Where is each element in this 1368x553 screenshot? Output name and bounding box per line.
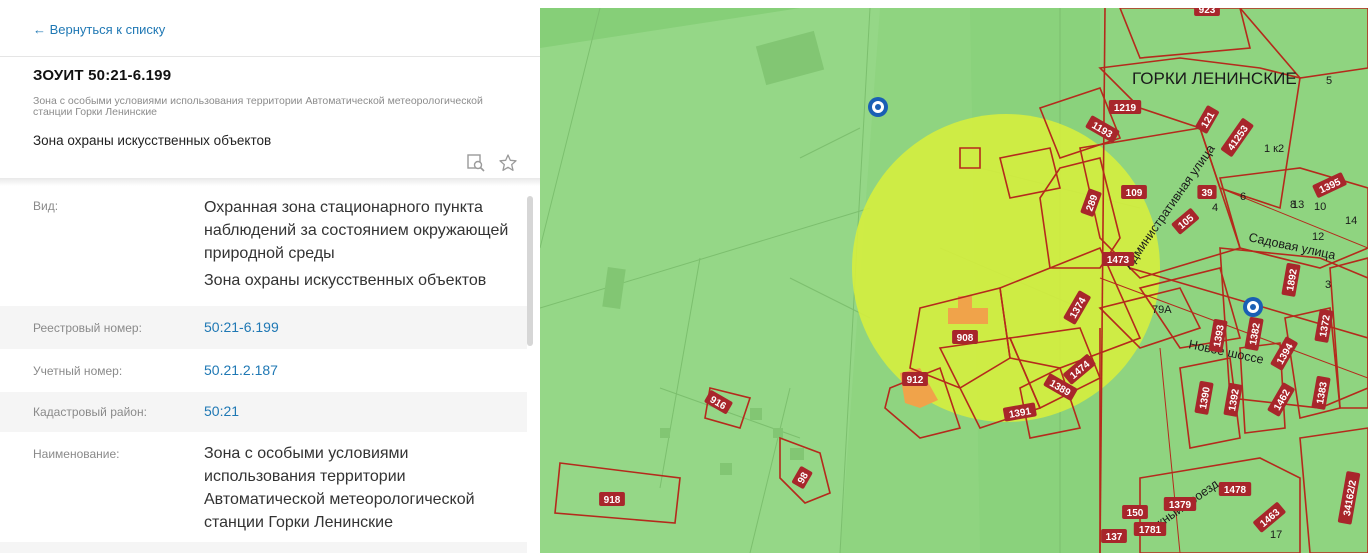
parcel-label[interactable]: 109 [1121,185,1147,199]
settlement-label: ГОРКИ ЛЕНИНСКИЕ [1132,69,1297,88]
house-number: 4 [1212,202,1218,214]
app: ← Вернуться к списку ЗОУИТ 50:21-6.199 З… [0,0,1368,553]
field-west [540,8,880,553]
map-canvas[interactable]: ГОРКИ ЛЕНИНСКИЕ Административная улица С… [540,8,1368,553]
zoom-to-object-icon[interactable] [466,153,486,173]
zone-type: Зона охраны искусственных объектов [33,133,272,148]
detail-row-name: Наименование: Зона с особыми условиями и… [0,432,527,542]
parcel-label[interactable]: 1219 [1108,100,1142,114]
account-label: Учетный номер: [33,364,123,378]
house-number: 6 [1240,191,1246,203]
parcel-number: 109 [1126,188,1143,199]
parcel-number: 150 [1127,508,1144,519]
house-number: 14 [1345,215,1357,227]
kind-value-1: Охранная зона стационарного пункта наблю… [204,199,509,262]
header-shadow [0,178,540,186]
registry-label: Реестровый номер: [33,321,142,335]
parcel-number: 912 [907,375,924,386]
bus-stop-marker[interactable] [1243,297,1263,317]
house-number: 5 [1326,75,1332,87]
parcel-label[interactable]: 137 [1101,529,1127,543]
detail-row-kind: Вид: Охранная зона стационарного пункта … [0,186,527,306]
parcel-number: 918 [604,495,621,506]
object-title: ЗОУИТ 50:21-6.199 [33,67,172,84]
detail-row-district: Кадастровый район: 50:21 [0,392,527,432]
house-number: 12 [1312,231,1324,243]
map-view[interactable]: ГОРКИ ЛЕНИНСКИЕ Административная улица С… [540,8,1368,553]
parcel-label[interactable]: 39 [1197,185,1217,199]
name-label: Наименование: [33,447,120,461]
protection-zone-circle[interactable] [852,114,1160,422]
parcel-label[interactable]: 923 [1194,8,1220,16]
registry-number-link[interactable]: 50:21-6.199 [204,316,514,339]
house-number: 17 [1270,529,1282,541]
district-link[interactable]: 50:21 [204,400,514,423]
house-number: 10 [1314,201,1326,213]
kind-label: Вид: [33,199,59,213]
parcel-number: 137 [1106,532,1123,543]
panel-scrollbar[interactable] [527,196,533,346]
house-number: 3 [1325,279,1331,291]
house-number: 13 [1292,199,1304,211]
parcel-number: 1379 [1169,500,1192,511]
monitoring-point-marker[interactable] [868,97,888,117]
parcel-number: 1478 [1224,485,1247,496]
object-subtitle: Зона с особыми условиями использования т… [33,95,483,118]
parcel-label[interactable]: 1781 [1133,522,1167,536]
parcel-label[interactable]: 918 [599,492,625,506]
kind-value-2: Зона охраны искусственных объектов [204,272,487,289]
back-to-list-link[interactable]: ← Вернуться к списку [33,22,165,37]
divider [0,56,540,57]
parcel-number: 1781 [1139,525,1162,536]
parcel-number: 1473 [1107,255,1130,266]
parcel-number: 1219 [1114,103,1137,114]
parcel-label[interactable]: 908 [952,330,978,344]
favorite-star-icon[interactable] [498,153,518,173]
name-value: Зона с особыми условиями использования т… [204,445,475,531]
parcel-number: 923 [1199,8,1216,16]
parcel-label[interactable]: 1379 [1163,497,1197,511]
parcel-label[interactable]: 912 [902,372,928,386]
house-number: 79А [1152,304,1172,316]
detail-row-next [0,542,527,553]
parcel-label[interactable]: 150 [1122,505,1148,519]
parcel-number: 908 [957,333,974,344]
house-number: 1 к2 [1264,143,1284,155]
district-label: Кадастровый район: [33,405,147,419]
parcel-number: 39 [1201,188,1213,199]
parcel-label[interactable]: 1473 [1101,252,1135,266]
account-number-link[interactable]: 50.21.2.187 [204,359,514,382]
detail-row-registry: Реестровый номер: 50:21-6.199 [0,306,527,349]
detail-row-account: Учетный номер: 50.21.2.187 [0,349,527,392]
info-panel: ← Вернуться к списку ЗОУИТ 50:21-6.199 З… [0,0,540,553]
parcel-label[interactable]: 1478 [1218,482,1252,496]
